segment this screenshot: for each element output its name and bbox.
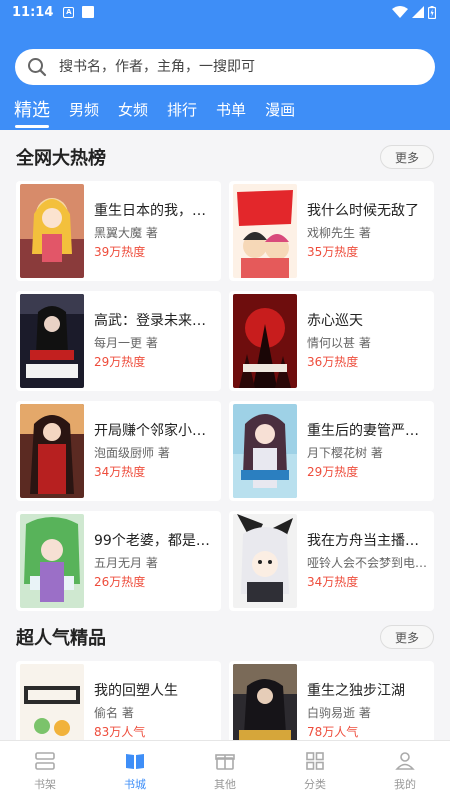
nav-label: 书架: [34, 777, 56, 791]
status-time: 11:14: [12, 4, 54, 20]
book-title: 重生之独步江湖: [307, 683, 405, 699]
book-author: 情何以甚 著: [307, 336, 371, 350]
book-author: 白驹易逝 著: [307, 706, 371, 720]
book-author: 黑翼大魔 著: [94, 226, 158, 240]
book-cover: [233, 294, 297, 388]
header: 精选 男频 女频 排行 书单 漫画: [0, 24, 450, 130]
book-author: 哑铃人会不会梦到电…: [307, 556, 428, 570]
book-title: 我什么时候无敌了: [307, 203, 419, 219]
section-title: 全网大热榜: [16, 148, 106, 169]
book-heat: 34万热度: [307, 575, 359, 589]
book-card[interactable]: 我的回塑人生 偷名 著 83万人气: [16, 661, 221, 740]
person-icon: [395, 751, 415, 770]
signal-icon: [412, 6, 424, 18]
book-card[interactable]: 重生后的妻管严生… 月下樱花树 著 29万热度: [229, 401, 434, 501]
status-bar: 11:14 A: [0, 0, 450, 24]
book-title: 高武：登录未来一…: [94, 313, 218, 329]
book-heat: 78万人气: [307, 725, 359, 739]
search-input[interactable]: [59, 59, 399, 75]
nav-book-city[interactable]: 书城: [90, 741, 180, 800]
book-title: 我的回塑人生: [94, 683, 178, 699]
bookshelf-icon: [35, 751, 55, 770]
book-cover: [233, 664, 297, 740]
book-title: 开局赚个邻家小姐…: [94, 423, 218, 439]
book-city-icon: [126, 753, 144, 769]
book-card[interactable]: 重生日本的我，在… 黑翼大魔 著 39万热度: [16, 181, 221, 281]
book-heat: 26万热度: [94, 575, 146, 589]
book-heat: 36万热度: [307, 355, 359, 369]
more-button[interactable]: 更多: [380, 625, 434, 649]
book-author: 每月一更 著: [94, 336, 158, 350]
book-heat: 39万热度: [94, 245, 146, 259]
book-cover: [233, 404, 297, 498]
tab-booklist[interactable]: 书单: [216, 99, 246, 126]
wifi-icon: [392, 6, 408, 18]
tab-female[interactable]: 女频: [118, 99, 148, 126]
nav-label: 分类: [304, 777, 326, 791]
search-icon: [28, 58, 47, 77]
book-cover: [20, 404, 84, 498]
notification-a-icon: A: [63, 6, 75, 18]
book-cover: [20, 294, 84, 388]
book-title: 重生后的妻管严生…: [307, 423, 431, 439]
nav-label: 书城: [124, 777, 146, 791]
nav-bookshelf[interactable]: 书架: [0, 741, 90, 800]
book-title: 赤心巡天: [307, 313, 363, 329]
book-card[interactable]: 我什么时候无敌了 戏柳先生 著 35万热度: [229, 181, 434, 281]
book-author: 偷名 著: [94, 706, 134, 720]
book-card[interactable]: 开局赚个邻家小姐… 泡面级厨师 著 34万热度: [16, 401, 221, 501]
book-heat: 34万热度: [94, 465, 146, 479]
book-title: 重生日本的我，在…: [94, 203, 218, 219]
category-tabs: 精选 男频 女频 排行 书单 漫画: [14, 96, 314, 128]
nav-mine[interactable]: 我的: [360, 741, 450, 800]
book-heat: 35万热度: [307, 245, 359, 259]
book-card[interactable]: 高武：登录未来一… 每月一更 著 29万热度: [16, 291, 221, 391]
book-author: 月下樱花树 著: [307, 446, 383, 460]
gift-icon: [215, 753, 235, 770]
nav-label: 其他: [214, 777, 236, 791]
book-heat: 29万热度: [307, 465, 359, 479]
battery-icon: [428, 5, 436, 19]
tab-featured[interactable]: 精选: [14, 96, 50, 128]
tab-comics[interactable]: 漫画: [265, 99, 295, 126]
main-content: 全网大热榜 更多 重生日本的我，在… 黑翼大魔 著 39万热度 我什么时候无敌了…: [0, 130, 450, 740]
book-author: 泡面级厨师 著: [94, 446, 170, 460]
book-author: 戏柳先生 著: [307, 226, 371, 240]
book-heat: 83万人气: [94, 725, 146, 739]
book-cover: [233, 184, 297, 278]
section-title: 超人气精品: [16, 628, 106, 649]
section-header-popular: 超人气精品 更多: [16, 623, 434, 651]
nav-category[interactable]: 分类: [270, 741, 360, 800]
grid-icon: [306, 751, 324, 770]
nav-label: 我的: [394, 777, 416, 791]
book-cover: [20, 514, 84, 608]
book-title: 我在方舟当主播，…: [307, 533, 431, 549]
book-heat: 29万热度: [94, 355, 146, 369]
book-title: 99个老婆，都是我…: [94, 533, 218, 549]
search-bar[interactable]: [15, 49, 435, 85]
book-cover: [20, 184, 84, 278]
book-author: 五月无月 著: [94, 556, 158, 570]
book-card[interactable]: 99个老婆，都是我… 五月无月 著 26万热度: [16, 511, 221, 611]
book-cover: [233, 514, 297, 608]
book-card[interactable]: 重生之独步江湖 白驹易逝 著 78万人气: [229, 661, 434, 740]
nav-other[interactable]: 其他: [180, 741, 270, 800]
tab-male[interactable]: 男频: [69, 99, 99, 126]
bottom-navigation: 书架 书城 其他 分类 我的: [0, 740, 450, 800]
more-button[interactable]: 更多: [380, 145, 434, 169]
book-card[interactable]: 我在方舟当主播，… 哑铃人会不会梦到电… 34万热度: [229, 511, 434, 611]
book-card[interactable]: 赤心巡天 情何以甚 著 36万热度: [229, 291, 434, 391]
notification-square-icon: [82, 6, 95, 18]
tab-ranking[interactable]: 排行: [167, 99, 197, 126]
book-cover: [20, 664, 84, 740]
section-header-hot: 全网大热榜 更多: [16, 143, 434, 171]
